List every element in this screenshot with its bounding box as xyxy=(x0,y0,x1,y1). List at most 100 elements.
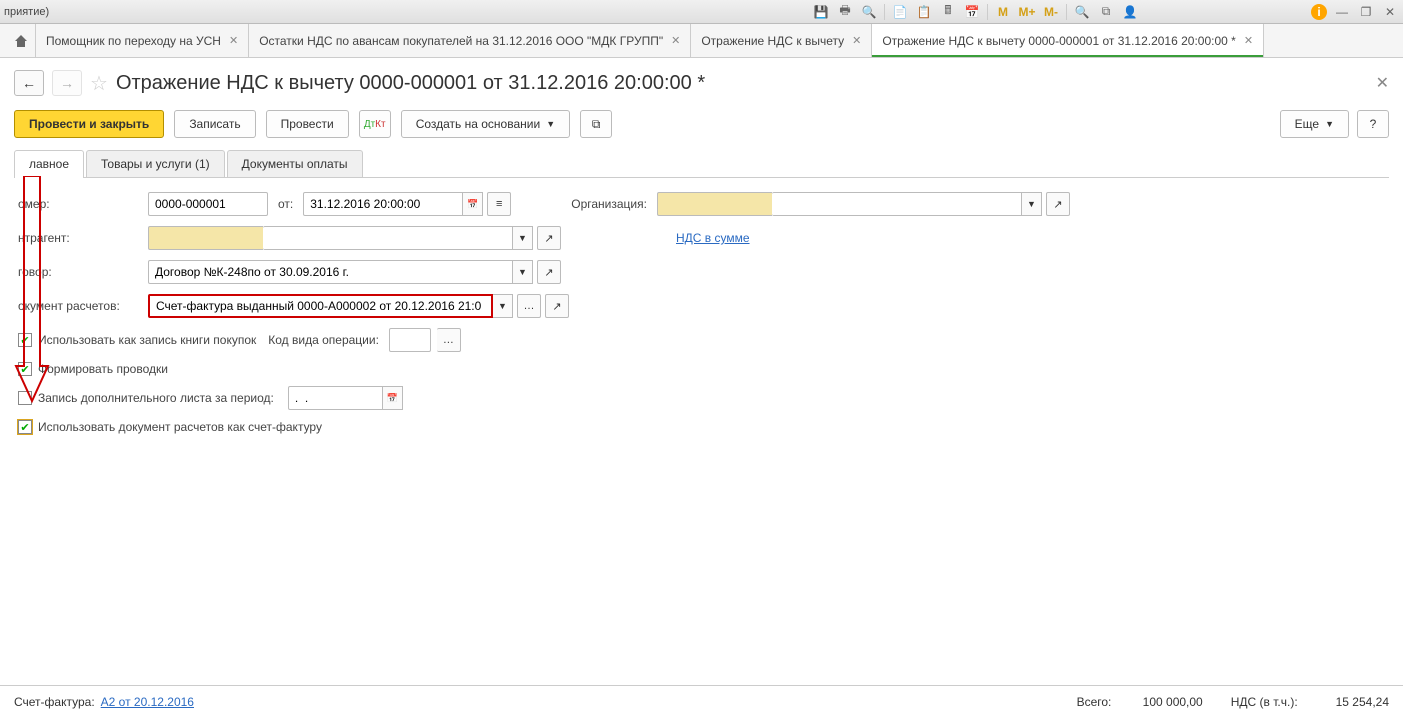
calc-icon[interactable]: 🖩 xyxy=(939,3,957,21)
caret-down-icon: ▼ xyxy=(1325,119,1334,129)
calendar-icon[interactable]: 📅 xyxy=(383,386,403,410)
contract-input[interactable] xyxy=(148,260,513,284)
tab-vat-balances[interactable]: Остатки НДС по авансам покупателей на 31… xyxy=(249,24,691,57)
create-based-label: Создать на основании xyxy=(416,117,541,131)
contragent-combo: ▼ xyxy=(148,226,533,250)
close-page-icon[interactable]: ✕ xyxy=(1376,73,1389,93)
post-and-close-button[interactable]: Провести и закрыть xyxy=(14,110,164,138)
org-combo: ▼ xyxy=(657,192,1042,216)
org-input-hl[interactable] xyxy=(657,192,772,216)
checkbox-use-settlement[interactable] xyxy=(18,420,32,434)
row-contragent: нтрагент: ▼ ↗ НДС в сумме xyxy=(18,226,1389,250)
date-label: от: xyxy=(278,197,293,211)
user-icon[interactable]: 👤 xyxy=(1121,3,1139,21)
windows-icon[interactable]: ⧉ xyxy=(1097,3,1115,21)
checkbox-addsheet[interactable] xyxy=(18,391,32,405)
dropdown-icon[interactable]: ▼ xyxy=(513,226,533,250)
tab-main[interactable]: лавное xyxy=(14,150,84,177)
contract-label: говор: xyxy=(18,265,148,279)
status-footer: Счет-фактура: А2 от 20.12.2016 Всего: 10… xyxy=(0,685,1403,717)
close-icon[interactable]: ✕ xyxy=(1244,34,1253,47)
calendar-icon[interactable]: 📅 xyxy=(963,3,981,21)
contragent-input-hl[interactable] xyxy=(148,226,263,250)
tab-label: Отражение НДС к вычету 0000-000001 от 31… xyxy=(882,34,1236,48)
open-icon[interactable]: ↗ xyxy=(1046,192,1070,216)
tab-label: Помощник по переходу на УСН xyxy=(46,34,221,48)
op-code-input[interactable] xyxy=(389,328,431,352)
total-value: 100 000,00 xyxy=(1123,695,1203,709)
page-header: ← → ☆ Отражение НДС к вычету 0000-000001… xyxy=(14,70,1389,96)
close-window-icon[interactable]: ✕ xyxy=(1381,3,1399,21)
memory-m-icon[interactable]: M xyxy=(994,3,1012,21)
tab-vat-deduction[interactable]: Отражение НДС к вычету ✕ xyxy=(691,24,872,57)
tab-payment-docs[interactable]: Документы оплаты xyxy=(227,150,363,177)
command-bar: Провести и закрыть Записать Провести ДтК… xyxy=(14,110,1389,138)
number-input[interactable] xyxy=(148,192,268,216)
checkbox-use-settlement-label: Использовать документ расчетов как счет-… xyxy=(38,420,322,434)
addsheet-date-input[interactable] xyxy=(288,386,383,410)
copy-icon[interactable]: 📄 xyxy=(891,3,909,21)
open-icon[interactable]: ↗ xyxy=(537,226,561,250)
forward-button[interactable]: → xyxy=(52,70,82,96)
org-input[interactable] xyxy=(772,192,1022,216)
invoice-link[interactable]: А2 от 20.12.2016 xyxy=(101,695,194,709)
memory-mminus-icon[interactable]: M- xyxy=(1042,3,1060,21)
page-title: Отражение НДС к вычету 0000-000001 от 31… xyxy=(116,72,705,95)
vat-group: НДС (в т.ч.): 15 254,24 xyxy=(1231,695,1389,709)
caret-down-icon: ▼ xyxy=(546,119,555,129)
contragent-label: нтрагент: xyxy=(18,231,148,245)
dropdown-icon[interactable]: ▼ xyxy=(493,294,513,318)
print-preview-icon[interactable]: 🔍 xyxy=(860,3,878,21)
dropdown-icon[interactable]: ▼ xyxy=(1022,192,1042,216)
post-button[interactable]: Провести xyxy=(266,110,349,138)
paste-icon[interactable]: 📋 xyxy=(915,3,933,21)
close-icon[interactable]: ✕ xyxy=(229,34,238,47)
checkbox-postings[interactable] xyxy=(18,362,32,376)
contragent-input[interactable] xyxy=(263,226,513,250)
op-code-select-icon[interactable]: … xyxy=(437,328,461,352)
tab-usn-assistant[interactable]: Помощник по переходу на УСН ✕ xyxy=(36,24,249,57)
settlement-combo: ▼ xyxy=(148,294,513,318)
form-tabs: лавное Товары и услуги (1) Документы опл… xyxy=(14,150,1389,178)
calendar-icon[interactable]: 📅 xyxy=(463,192,483,216)
date-input[interactable] xyxy=(303,192,463,216)
separator xyxy=(987,4,988,20)
memory-mplus-icon[interactable]: M+ xyxy=(1018,3,1036,21)
settlement-input[interactable] xyxy=(148,294,493,318)
home-tab[interactable] xyxy=(6,24,36,57)
info-icon[interactable]: i xyxy=(1311,4,1327,20)
row-form-postings: Формировать проводки xyxy=(18,362,1389,376)
checkbox-book-entry[interactable] xyxy=(18,333,32,347)
window-titlebar: приятие) 💾 🖶 🔍 📄 📋 🖩 📅 M M+ M- 🔍 ⧉ 👤 i —… xyxy=(0,0,1403,24)
back-button[interactable]: ← xyxy=(14,70,44,96)
tab-vat-deduction-doc[interactable]: Отражение НДС к вычету 0000-000001 от 31… xyxy=(872,24,1264,57)
row-contract: говор: ▼ ↗ xyxy=(18,260,1389,284)
open-icon[interactable]: ↗ xyxy=(545,294,569,318)
print-icon[interactable]: 🖶 xyxy=(836,3,854,21)
more-label: Еще xyxy=(1295,117,1319,131)
org-label: Организация: xyxy=(571,197,647,211)
create-based-button[interactable]: Создать на основании ▼ xyxy=(401,110,570,138)
date-extra-icon[interactable]: ≡ xyxy=(487,192,511,216)
save-button[interactable]: Записать xyxy=(174,110,255,138)
minimize-icon[interactable]: — xyxy=(1333,3,1351,21)
vat-mode-link[interactable]: НДС в сумме xyxy=(676,231,750,245)
restore-icon[interactable]: ❐ xyxy=(1357,3,1375,21)
close-icon[interactable]: ✕ xyxy=(852,34,861,47)
form-body: омер: от: 📅 ≡ Организация: ▼ ↗ нтрагент:… xyxy=(14,178,1389,448)
open-icon[interactable]: ↗ xyxy=(537,260,561,284)
zoom-icon[interactable]: 🔍 xyxy=(1073,3,1091,21)
window-title: приятие) xyxy=(4,6,49,18)
dtkt-button[interactable]: ДтКт xyxy=(359,110,391,138)
checkbox-book-label: Использовать как запись книги покупок xyxy=(38,333,256,347)
save-icon[interactable]: 💾 xyxy=(812,3,830,21)
structure-button[interactable]: ⧉ xyxy=(580,110,612,138)
close-icon[interactable]: ✕ xyxy=(671,34,680,47)
dropdown-icon[interactable]: ▼ xyxy=(513,260,533,284)
total-group: Всего: 100 000,00 xyxy=(1077,695,1203,709)
more-button[interactable]: Еще ▼ xyxy=(1280,110,1349,138)
tab-goods[interactable]: Товары и услуги (1) xyxy=(86,150,225,177)
select-icon[interactable]: … xyxy=(517,294,541,318)
favorite-icon[interactable]: ☆ xyxy=(90,71,108,96)
help-button[interactable]: ? xyxy=(1357,110,1389,138)
